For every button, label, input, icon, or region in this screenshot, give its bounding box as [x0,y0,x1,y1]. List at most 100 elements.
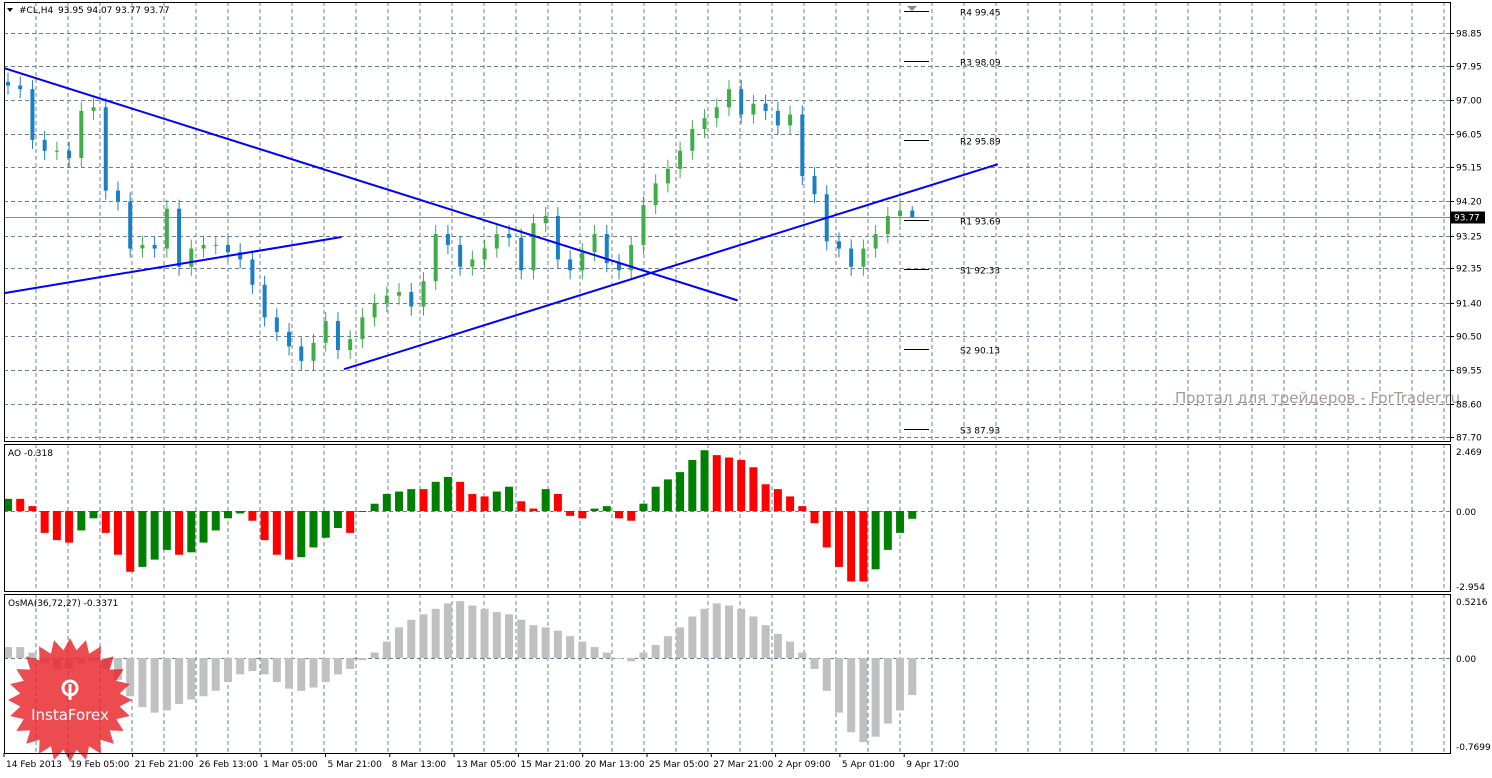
candle-body[interactable] [494,234,499,249]
osma-bar [211,658,220,691]
candle-body[interactable] [836,241,841,249]
candle-body[interactable] [30,89,35,140]
osma-bar [676,627,685,658]
candle-body[interactable] [592,234,597,253]
candle-body[interactable] [482,248,487,260]
candle-body[interactable] [42,139,47,151]
osma-bar [529,625,538,658]
candle-body[interactable] [788,114,793,126]
candle-body[interactable] [287,331,292,347]
time-tick-label: 5 Apr 01:00 [842,760,895,770]
candle-body[interactable] [800,114,805,177]
candle-body[interactable] [18,85,23,90]
candle-body[interactable] [739,89,744,115]
candle-body[interactable] [323,321,328,343]
candle-body[interactable] [873,234,878,249]
price-tick-label: 96.05 [1456,131,1482,141]
candle-body[interactable] [898,210,903,216]
osma-bar [883,658,892,724]
candle-body[interactable] [543,215,548,224]
osma-bar [382,641,391,658]
candle-body[interactable] [54,150,59,152]
price-pane[interactable]: R4 99.45 R3 98.09 R2 95.89 R1 93.69 S1 92.33… [4,9,1001,437]
candle-body[interactable] [128,201,133,249]
candle-body[interactable] [665,168,670,184]
candle-body[interactable] [250,259,255,285]
osma-bar [639,652,648,658]
candle-body[interactable] [445,234,450,245]
ao-pane[interactable] [4,450,917,582]
candle-body[interactable] [519,237,524,271]
shift-marker-icon[interactable] [907,6,917,11]
candle-body[interactable] [653,183,658,206]
candle-body[interactable] [103,107,108,191]
candle-body[interactable] [470,259,475,267]
candle-body[interactable] [213,244,218,246]
candle-body[interactable] [409,292,414,307]
osma-bar [126,658,135,697]
candle-body[interactable] [201,244,206,249]
candle-body[interactable] [433,234,438,282]
ao-bar [505,486,514,511]
candle-body[interactable] [421,281,426,307]
osma-pane[interactable] [4,601,917,743]
candle-body[interactable] [910,210,915,218]
ao-bar [236,511,245,514]
osma-bar [395,627,404,658]
price-tick-label: 89.55 [1456,367,1482,377]
candle-body[interactable] [775,110,780,126]
candle-body[interactable] [726,89,731,108]
candle-body[interactable] [115,190,120,202]
trading-chart[interactable]: R4 99.45 R3 98.09 R2 95.89 R1 93.69 S1 92.33… [0,0,1492,773]
candle-body[interactable] [152,244,157,249]
candle-body[interactable] [164,208,169,249]
candle-body[interactable] [348,339,353,351]
candle-body[interactable] [177,208,182,267]
osma-bar [590,647,599,658]
candle-body[interactable] [555,215,560,260]
candle-body[interactable] [225,244,230,253]
candle-body[interactable] [311,342,316,361]
candle-body[interactable] [690,129,695,151]
candle-body[interactable] [714,107,719,119]
osma-bar [321,658,330,683]
candle-body[interactable] [6,81,10,86]
candle-body[interactable] [274,317,279,332]
candle-body[interactable] [531,223,536,271]
candle-body[interactable] [140,244,145,249]
candle-body[interactable] [849,248,854,267]
candle-body[interactable] [763,103,768,111]
trendline[interactable] [4,235,342,295]
candle-body[interactable] [678,150,683,169]
pivot-level-label: S2 90.13 [960,347,1000,357]
trendline[interactable] [4,67,738,302]
candle-body[interactable] [580,252,585,271]
candle-body[interactable] [751,103,756,115]
candle-body[interactable] [641,205,646,245]
candle-body[interactable] [507,234,512,238]
candle-body[interactable] [568,259,573,271]
candle-body[interactable] [79,110,84,158]
candle-body[interactable] [189,248,194,267]
candle-body[interactable] [335,321,340,351]
osma-bar [236,658,245,675]
candle-body[interactable] [372,302,377,318]
candle-body[interactable] [702,118,707,130]
candle-body[interactable] [812,176,817,195]
price-tick-label: 88.60 [1456,401,1482,411]
dropdown-triangle-icon[interactable] [7,8,13,12]
candle-body[interactable] [299,346,304,361]
candle-body[interactable] [67,150,72,158]
candle-body[interactable] [397,292,402,296]
candle-body[interactable] [360,317,365,340]
candle-body[interactable] [262,284,267,318]
ao-bar [908,511,917,519]
ao-bar [138,511,147,567]
candle-body[interactable] [885,215,890,235]
candle-body[interactable] [384,295,389,303]
osma-bar [28,652,37,658]
ao-bar [40,511,49,533]
candle-body[interactable] [91,107,96,111]
candle-body[interactable] [458,244,463,267]
candle-body[interactable] [861,248,866,267]
